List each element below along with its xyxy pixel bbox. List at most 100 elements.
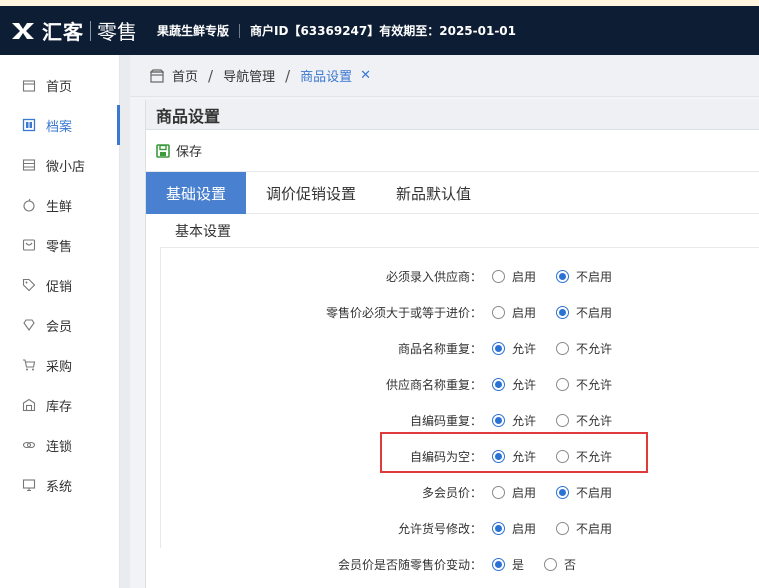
radio-option[interactable]: 不启用 — [556, 268, 612, 285]
radio-option[interactable]: 是 — [492, 556, 524, 573]
radio-option[interactable]: 不允许 — [556, 340, 612, 357]
setting-row: 供应商名称重复： 允许 不允许 — [161, 372, 759, 396]
toolbar: 保存 — [146, 130, 759, 172]
tab-0[interactable]: 基础设置 — [146, 172, 247, 214]
sidebar-item-1[interactable]: 档案 — [0, 105, 120, 145]
tag-icon — [22, 278, 36, 292]
section-title: 基本设置 — [160, 214, 759, 248]
setting-label: 会员价是否随零售价变动： — [337, 557, 482, 572]
radio-label: 启用 — [512, 305, 537, 320]
sidebar-item-8[interactable]: 库存 — [0, 385, 119, 425]
setting-row: 会员价是否随零售价变动： 是 否 — [161, 552, 759, 576]
settings-panel: 商品设置 保存 基础设置 调价促销设置 新品默认值 基本设置 必须录入供应商： 启用不… — [145, 100, 759, 588]
radio-button[interactable] — [556, 305, 570, 319]
radio-button[interactable] — [556, 485, 570, 499]
radio-label: 不允许 — [576, 341, 613, 356]
sidebar-item-2[interactable]: 微小店 — [0, 145, 119, 185]
breadcrumb-current[interactable]: 商品设置 — [300, 66, 352, 85]
radio-button[interactable] — [556, 413, 570, 427]
sidebar-item-7[interactable]: 采购 — [0, 345, 119, 385]
radio-button[interactable] — [556, 521, 570, 535]
radio-button[interactable] — [492, 377, 505, 391]
radio-option[interactable]: 启用 — [492, 520, 536, 537]
chain-icon — [22, 438, 36, 452]
radio-label: 不启用 — [576, 485, 613, 500]
radio-button[interactable] — [492, 269, 505, 283]
radio-button[interactable] — [556, 341, 570, 355]
logo-subtitle: 零售 — [97, 20, 137, 44]
radio-option[interactable]: 不允许 — [556, 376, 612, 393]
breadcrumb-nav[interactable]: 导航管理 — [223, 66, 275, 85]
tab-1[interactable]: 调价促销设置 — [246, 172, 376, 214]
radio-option[interactable]: 允许 — [492, 376, 536, 393]
radio-button[interactable] — [556, 269, 570, 283]
setting-label: 零售价必须大于或等于进价： — [325, 305, 482, 320]
tab-bar: 基础设置 调价促销设置 新品默认值 — [146, 172, 759, 214]
radio-label: 是 — [512, 557, 525, 572]
radio-button[interactable] — [492, 521, 505, 535]
setting-label: 多会员价： — [421, 485, 482, 500]
radio-option[interactable]: 允许 — [492, 412, 536, 429]
radio-label: 允许 — [512, 413, 537, 428]
logo-mark-icon — [10, 20, 36, 42]
setting-label: 必须录入供应商： — [385, 269, 482, 284]
setting-label: 自编码重复： — [409, 413, 482, 428]
sidebar-item-6[interactable]: 会员 — [0, 305, 119, 345]
radio-button[interactable] — [492, 305, 505, 319]
radio-label: 否 — [564, 557, 577, 572]
radio-option[interactable]: 启用 — [492, 304, 536, 321]
save-icon — [156, 143, 170, 158]
logo-text: 汇客 — [42, 20, 84, 44]
settings-form: 必须录入供应商： 启用 不启用 零售价必须大于或等于进价： 启用 不启用 商品名称重复： 允许… — [160, 248, 759, 572]
highlight-box — [380, 432, 648, 473]
radio-option[interactable]: 不启用 — [556, 484, 612, 501]
radio-button[interactable] — [492, 413, 505, 427]
setting-row: 多会员价： 启用 不启用 — [161, 480, 759, 504]
radio-option[interactable]: 启用 — [492, 268, 536, 285]
radio-button[interactable] — [492, 485, 505, 499]
radio-option[interactable]: 不允许 — [556, 412, 612, 429]
sidebar-item-10[interactable]: 系统 — [0, 465, 119, 505]
setting-row: 商品名称重复： 允许 不允许 — [161, 336, 759, 360]
breadcrumb-home[interactable]: 首页 — [172, 66, 198, 85]
radio-option[interactable]: 允许 — [492, 340, 536, 357]
radio-option[interactable]: 不启用 — [556, 520, 612, 537]
radio-button[interactable] — [492, 557, 505, 571]
sidebar-item-label: 连锁 — [46, 439, 73, 455]
logo-divider — [90, 20, 91, 41]
radio-button[interactable] — [544, 557, 558, 571]
sidebar-nav: 首页档案微小店生鲜零售 促销 会员 采购库存连锁系统 — [0, 55, 120, 505]
radio-option[interactable]: 启用 — [492, 484, 536, 501]
radio-option[interactable]: 不启用 — [556, 304, 612, 321]
radio-button[interactable] — [556, 377, 570, 391]
sidebar-item-0[interactable]: 首页 — [0, 65, 119, 105]
system-icon — [22, 478, 36, 492]
sidebar-item-label: 档案 — [46, 119, 73, 135]
radio-option[interactable]: 否 — [544, 556, 576, 573]
setting-row: 零售价必须大于或等于进价： 启用 不启用 — [161, 300, 759, 324]
retail-icon — [22, 238, 36, 252]
member-icon — [22, 318, 36, 332]
radio-button[interactable] — [492, 341, 505, 355]
home-icon[interactable] — [150, 68, 164, 83]
sidebar-item-3[interactable]: 生鲜 — [0, 185, 119, 225]
setting-label: 商品名称重复： — [397, 341, 482, 356]
logo: 汇客 零售 — [10, 16, 137, 45]
close-tab-icon[interactable]: ✕ — [360, 68, 371, 83]
sidebar-item-9[interactable]: 连锁 — [0, 425, 119, 465]
radio-label: 不启用 — [576, 521, 613, 536]
breadcrumb: 首页 / 导航管理 / 商品设置 ✕ — [130, 55, 759, 97]
sidebar-item-4[interactable]: 零售 — [0, 225, 119, 265]
sidebar-gutter — [120, 55, 130, 588]
radio-label: 启用 — [512, 521, 537, 536]
save-button[interactable]: 保存 — [156, 141, 202, 160]
cart-icon — [22, 358, 36, 372]
sidebar-item-label: 库存 — [46, 399, 73, 415]
edition-label: 果蔬生鲜专版 — [157, 24, 230, 38]
tab-2[interactable]: 新品默认值 — [376, 172, 491, 214]
radio-label: 允许 — [512, 341, 537, 356]
sidebar-item-5[interactable]: 促销 — [0, 265, 119, 305]
setting-label: 允许货号修改： — [397, 521, 482, 536]
sidebar-item-label: 首页 — [46, 79, 73, 95]
sidebar-item-label: 生鲜 — [46, 199, 73, 215]
